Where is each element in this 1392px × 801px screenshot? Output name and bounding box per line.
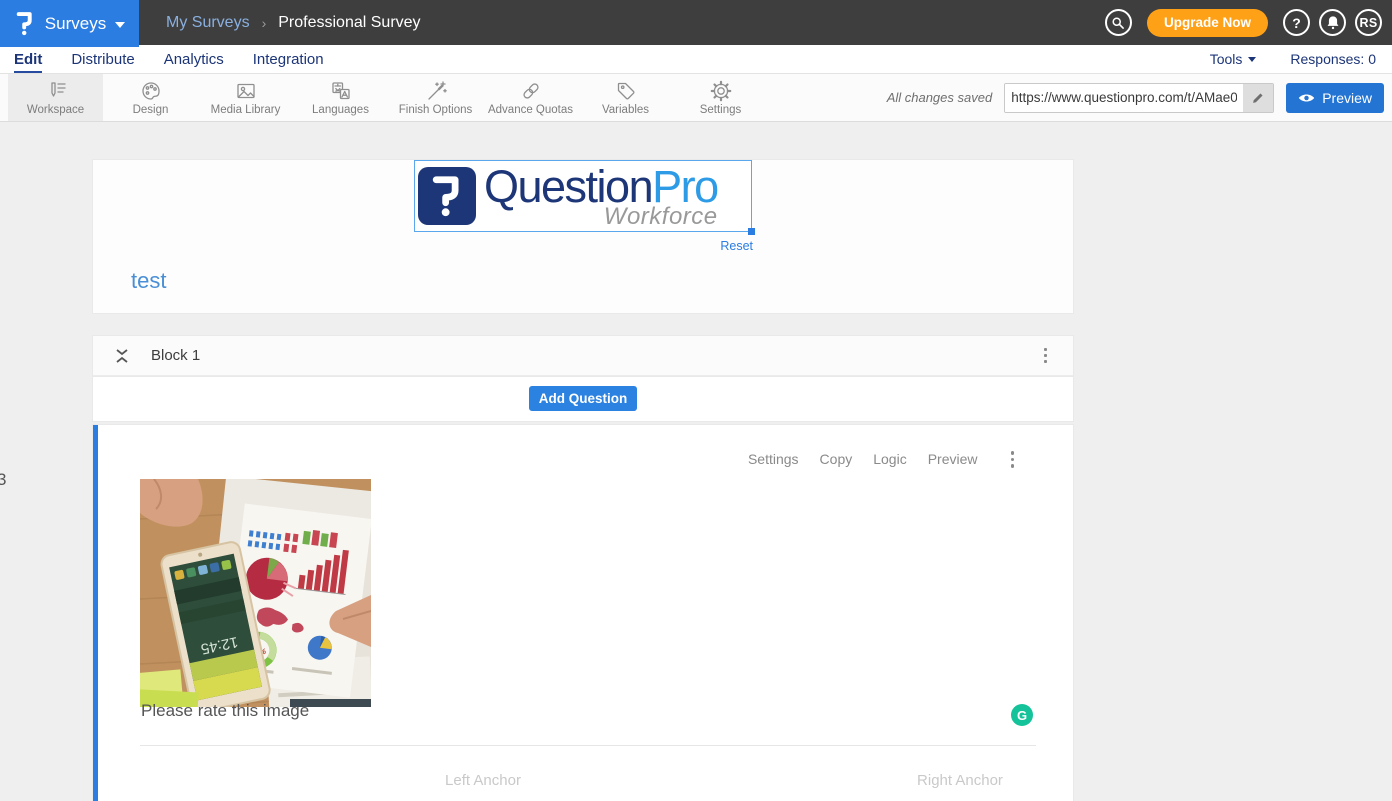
survey-canvas: QuestionPro Workforce Reset test Block 1… [93, 152, 1073, 801]
tab-integration[interactable]: Integration [253, 45, 324, 73]
add-question-button[interactable]: Add Question [529, 386, 638, 411]
question-menu-button[interactable] [1007, 447, 1019, 472]
save-status: All changes saved [887, 90, 993, 105]
survey-url-input[interactable] [1005, 84, 1243, 112]
preview-button-label: Preview [1322, 90, 1372, 106]
right-anchor-input[interactable] [830, 765, 1090, 795]
block-menu-button[interactable] [1040, 344, 1051, 367]
survey-url-box [1004, 83, 1274, 113]
surveys-menu-label: Surveys [45, 14, 106, 34]
pencil-icon [1251, 91, 1265, 105]
question-text[interactable]: Please rate this image [141, 701, 309, 721]
photo-desk-charts: 55% [140, 479, 371, 707]
upgrade-now-button[interactable]: Upgrade Now [1147, 9, 1268, 37]
question-logic-link[interactable]: Logic [873, 451, 906, 467]
question-text-underline [140, 745, 1036, 746]
toolbar-item-design[interactable]: Design [103, 74, 198, 121]
question-card: Settings Copy Logic Preview [93, 425, 1073, 801]
top-navbar: Surveys My Surveys › Professional Survey… [0, 0, 1392, 45]
survey-header-card: QuestionPro Workforce Reset test [93, 160, 1073, 313]
notifications-button[interactable] [1319, 9, 1346, 36]
grammarly-icon[interactable]: G [1011, 704, 1033, 726]
avatar-initials: RS [1360, 16, 1378, 30]
search-icon [1111, 16, 1125, 30]
survey-title[interactable]: test [131, 268, 1073, 294]
left-anchor-input[interactable] [353, 765, 613, 795]
chevron-down-icon [115, 22, 125, 28]
questionpro-logo-icon [14, 10, 36, 37]
translate-icon [329, 79, 353, 103]
chain-link-icon [519, 79, 543, 103]
chevron-down-icon [1248, 57, 1256, 62]
breadcrumb-current: Professional Survey [278, 14, 420, 32]
responses-count: Responses: 0 [1290, 51, 1376, 67]
preview-button[interactable]: Preview [1286, 83, 1384, 113]
workspace-icon [44, 79, 68, 103]
breadcrumb: My Surveys › Professional Survey [166, 0, 421, 45]
magic-wand-icon [424, 79, 448, 103]
navbar-actions: Upgrade Now ? RS [1105, 0, 1392, 45]
toolbar-item-finish-options[interactable]: Finish Options [388, 74, 483, 121]
tools-dropdown[interactable]: Tools [1210, 51, 1257, 67]
question-copy-link[interactable]: Copy [820, 451, 853, 467]
reset-logo-link[interactable]: Reset [720, 239, 753, 253]
kebab-icon [1044, 348, 1047, 351]
bell-icon [1326, 15, 1340, 30]
question-image[interactable]: 55% [140, 479, 371, 707]
help-button[interactable]: ? [1283, 9, 1310, 36]
toolbar-item-workspace[interactable]: Workspace [8, 74, 103, 121]
help-icon: ? [1292, 15, 1301, 31]
resize-handle[interactable] [748, 228, 755, 235]
tab-edit[interactable]: Edit [14, 45, 42, 73]
survey-logo-element[interactable]: QuestionPro Workforce [414, 160, 752, 232]
breadcrumb-separator-icon: › [262, 15, 267, 31]
tools-label: Tools [1210, 51, 1243, 67]
logo-wordmark: QuestionPro Workforce [484, 164, 718, 229]
avatar[interactable]: RS [1355, 9, 1382, 36]
search-button[interactable] [1105, 9, 1132, 36]
question-settings-link[interactable]: Settings [748, 451, 799, 467]
toolbar-item-settings[interactable]: Settings [673, 74, 768, 121]
block-header: Block 1 [93, 336, 1073, 376]
tab-bar-right: Tools Responses: 0 [1210, 45, 1392, 73]
margin-question-number: 3 [0, 470, 6, 490]
image-icon [234, 79, 258, 103]
tab-distribute[interactable]: Distribute [71, 45, 134, 73]
questionpro-logo-icon [418, 167, 476, 225]
toolbar-item-languages[interactable]: Languages [293, 74, 388, 121]
breadcrumb-my-surveys[interactable]: My Surveys [166, 14, 250, 32]
add-question-row: Add Question [93, 376, 1073, 421]
block-title[interactable]: Block 1 [151, 347, 200, 364]
toolbar-right: All changes saved Preview [887, 74, 1392, 121]
toolbar-item-media-library[interactable]: Media Library [198, 74, 293, 121]
question-actions: Settings Copy Logic Preview [748, 447, 1018, 472]
kebab-icon [1011, 451, 1015, 455]
surveys-menu-button[interactable]: Surveys [0, 0, 139, 47]
toolbar-item-advance-quotas[interactable]: Advance Quotas [483, 74, 578, 121]
tab-analytics[interactable]: Analytics [164, 45, 224, 73]
edit-tab-bar: Edit Distribute Analytics Integration To… [0, 45, 1392, 74]
edit-url-button[interactable] [1243, 84, 1273, 112]
collapse-block-icon[interactable] [115, 348, 129, 364]
tag-icon [614, 79, 638, 103]
palette-icon [139, 79, 163, 103]
gear-icon [709, 79, 733, 103]
survey-toolbar: Workspace Design Media Library Languages [0, 74, 1392, 122]
eye-icon [1298, 92, 1315, 104]
toolbar-item-variables[interactable]: Variables [578, 74, 673, 121]
question-preview-link[interactable]: Preview [928, 451, 978, 467]
